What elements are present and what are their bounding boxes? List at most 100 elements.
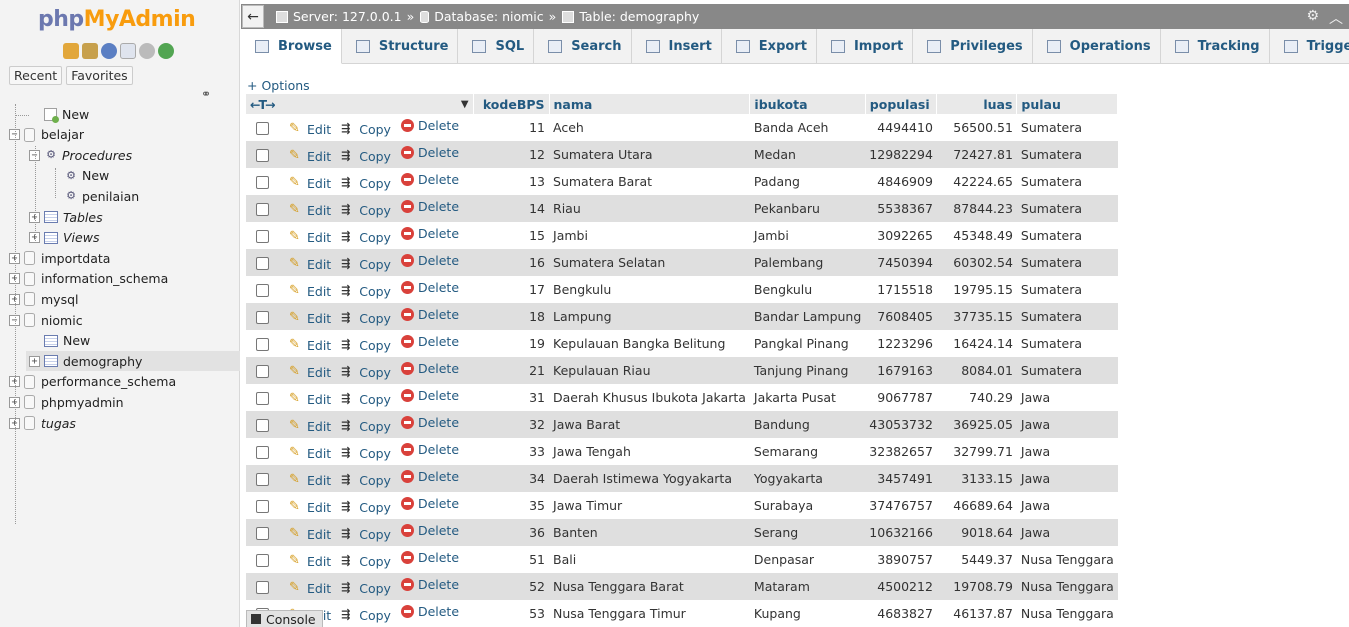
cell-luas[interactable]: 36925.05 xyxy=(936,411,1017,438)
tab-export[interactable]: Export xyxy=(722,29,817,64)
cell-kodebps[interactable]: 35 xyxy=(473,492,550,519)
tree-item-tables[interactable]: + Tables xyxy=(29,207,103,227)
edit-button[interactable]: ✎ Edit xyxy=(289,554,331,569)
column-header-nama[interactable]: nama xyxy=(549,94,751,114)
edit-button[interactable]: ✎ Edit xyxy=(289,257,331,272)
row-checkbox[interactable] xyxy=(256,419,269,433)
delete-button[interactable]: Delete xyxy=(400,361,459,376)
cell-populasi[interactable]: 12982294 xyxy=(865,141,937,168)
cell-pulau[interactable]: Jawa xyxy=(1016,438,1118,465)
cell-luas[interactable]: 87844.23 xyxy=(936,195,1017,222)
cell-nama[interactable]: Bali xyxy=(549,546,750,573)
row-checkbox[interactable] xyxy=(256,500,269,514)
cell-kodebps[interactable]: 15 xyxy=(473,222,550,249)
collapse-icon[interactable]: ︿ xyxy=(1329,8,1343,28)
cell-luas[interactable]: 46689.64 xyxy=(936,492,1017,519)
row-checkbox[interactable] xyxy=(256,392,269,406)
cell-nama[interactable]: Bengkulu xyxy=(549,276,750,303)
copy-button[interactable]: ⇶ Copy xyxy=(341,581,391,596)
cell-pulau[interactable]: Sumatera xyxy=(1016,195,1118,222)
cell-pulau[interactable]: Jawa xyxy=(1016,411,1118,438)
cell-populasi[interactable]: 1715518 xyxy=(865,276,937,303)
cell-pulau[interactable]: Sumatera xyxy=(1016,249,1118,276)
copy-button[interactable]: ⇶ Copy xyxy=(341,554,391,569)
edit-button[interactable]: ✎ Edit xyxy=(289,284,331,299)
tree-item-views[interactable]: + Views xyxy=(29,228,99,248)
edit-button[interactable]: ✎ Edit xyxy=(289,500,331,515)
edit-button[interactable]: ✎ Edit xyxy=(289,365,331,380)
cell-populasi[interactable]: 4500212 xyxy=(865,573,937,600)
cell-luas[interactable]: 740.29 xyxy=(936,384,1017,411)
cell-nama[interactable]: Riau xyxy=(549,195,750,222)
edit-button[interactable]: ✎ Edit xyxy=(289,122,331,137)
cell-luas[interactable]: 37735.15 xyxy=(936,303,1017,330)
delete-button[interactable]: Delete xyxy=(400,307,459,322)
cell-populasi[interactable]: 10632166 xyxy=(865,519,937,546)
edit-button[interactable]: ✎ Edit xyxy=(289,230,331,245)
delete-button[interactable]: Delete xyxy=(400,199,459,214)
cell-luas[interactable]: 3133.15 xyxy=(936,465,1017,492)
tab-structure[interactable]: Structure xyxy=(342,29,459,64)
cell-ibukota[interactable]: Jakarta Pusat xyxy=(749,384,866,411)
tab-insert[interactable]: Insert xyxy=(632,29,722,64)
row-checkbox[interactable] xyxy=(256,338,269,352)
delete-button[interactable]: Delete xyxy=(400,469,459,484)
cell-kodebps[interactable]: 36 xyxy=(473,519,550,546)
copy-button[interactable]: ⇶ Copy xyxy=(341,338,391,353)
cell-pulau[interactable]: Nusa Tenggara xyxy=(1016,546,1118,573)
cell-nama[interactable]: Daerah Khusus Ibukota Jakarta xyxy=(549,384,750,411)
row-checkbox[interactable] xyxy=(256,149,269,163)
copy-button[interactable]: ⇶ Copy xyxy=(341,176,391,191)
cell-nama[interactable]: Sumatera Selatan xyxy=(549,249,750,276)
row-checkbox[interactable] xyxy=(256,230,269,244)
edit-button[interactable]: ✎ Edit xyxy=(289,176,331,191)
cell-pulau[interactable]: Sumatera xyxy=(1016,276,1118,303)
phpmyadmin-logo[interactable]: phpMyAdmin xyxy=(38,7,196,32)
home-icon[interactable] xyxy=(63,43,79,59)
gear-icon[interactable]: ⚙ xyxy=(1306,8,1319,28)
cell-populasi[interactable]: 4494410 xyxy=(865,114,937,141)
cell-ibukota[interactable]: Semarang xyxy=(749,438,866,465)
tab-browse[interactable]: Browse xyxy=(241,29,342,64)
sort-dropdown-icon[interactable]: ▼ xyxy=(461,99,469,110)
breadcrumb-server[interactable]: Server: 127.0.0.1 xyxy=(293,9,402,24)
edit-button[interactable]: ✎ Edit xyxy=(289,581,331,596)
cell-kodebps[interactable]: 32 xyxy=(473,411,550,438)
edit-button[interactable]: ✎ Edit xyxy=(289,527,331,542)
copy-button[interactable]: ⇶ Copy xyxy=(341,284,391,299)
delete-button[interactable]: Delete xyxy=(400,523,459,538)
copy-button[interactable]: ⇶ Copy xyxy=(341,608,391,623)
delete-button[interactable]: Delete xyxy=(400,226,459,241)
cell-pulau[interactable]: Sumatera xyxy=(1016,141,1118,168)
cell-pulau[interactable]: Jawa xyxy=(1016,519,1118,546)
link-icon[interactable]: ⚭ xyxy=(201,87,211,101)
tree-item-niomic[interactable]: − niomic xyxy=(9,310,83,330)
cell-luas[interactable]: 42224.65 xyxy=(936,168,1017,195)
tree-item-belajar[interactable]: − belajar xyxy=(9,125,84,145)
tree-item-information-schema[interactable]: + information_schema xyxy=(9,269,168,289)
favorites-button[interactable]: Favorites xyxy=(66,66,133,85)
cell-ibukota[interactable]: Bandung xyxy=(749,411,866,438)
cell-pulau[interactable]: Jawa xyxy=(1016,492,1118,519)
cell-ibukota[interactable]: Padang xyxy=(749,168,866,195)
copy-button[interactable]: ⇶ Copy xyxy=(341,230,391,245)
cell-nama[interactable]: Nusa Tenggara Timur xyxy=(549,600,750,627)
edit-button[interactable]: ✎ Edit xyxy=(289,392,331,407)
recent-button[interactable]: Recent xyxy=(9,66,63,85)
delete-button[interactable]: Delete xyxy=(400,604,459,619)
cell-kodebps[interactable]: 31 xyxy=(473,384,550,411)
breadcrumb-table[interactable]: Table: demography xyxy=(579,9,699,24)
edit-button[interactable]: ✎ Edit xyxy=(289,149,331,164)
column-arrows-icon[interactable]: ←T→ xyxy=(250,97,276,112)
copy-button[interactable]: ⇶ Copy xyxy=(341,500,391,515)
cell-populasi[interactable]: 3890757 xyxy=(865,546,937,573)
row-checkbox[interactable] xyxy=(256,581,269,595)
cell-pulau[interactable]: Nusa Tenggara xyxy=(1016,600,1118,627)
copy-button[interactable]: ⇶ Copy xyxy=(341,527,391,542)
tree-item-procedures[interactable]: − ⚙ Procedures xyxy=(29,145,132,165)
delete-button[interactable]: Delete xyxy=(400,496,459,511)
cell-ibukota[interactable]: Bengkulu xyxy=(749,276,866,303)
cell-pulau[interactable]: Nusa Tenggara xyxy=(1016,573,1118,600)
cell-nama[interactable]: Jambi xyxy=(549,222,750,249)
cell-ibukota[interactable]: Bandar Lampung xyxy=(749,303,866,330)
